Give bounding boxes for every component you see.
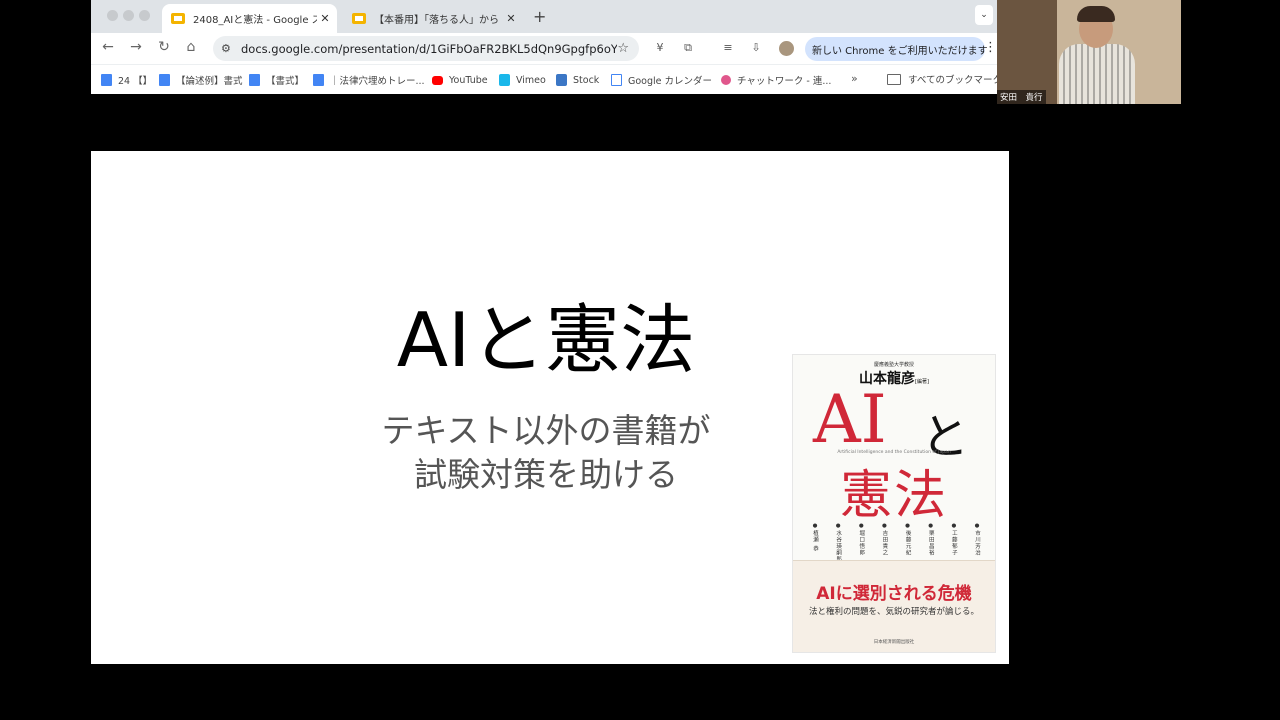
book-title-kenpo: 憲法 <box>839 466 948 526</box>
home-icon[interactable]: ⌂ <box>181 39 201 55</box>
book-author-suffix: [編著] <box>915 379 929 385</box>
book-title-ai: AI <box>813 381 887 458</box>
bookmark-label: YouTube <box>449 74 488 86</box>
forward-icon[interactable]: → <box>126 39 146 55</box>
doc-icon <box>101 74 112 86</box>
bookmark-item[interactable]: ｜法律穴埋めトレー... <box>313 72 425 88</box>
calendar-icon <box>611 74 622 86</box>
book-contributor: ●吉田貴之 <box>881 523 888 556</box>
profile-avatar[interactable] <box>779 41 794 56</box>
webcam-person-shirt <box>1059 44 1135 104</box>
participant-name-label: 安田 貴行 <box>997 90 1046 104</box>
window-close-dot[interactable] <box>107 10 118 21</box>
book-contributor: ●後藤元紀 <box>904 523 911 556</box>
tab-slides-ai-kenpo[interactable]: 2408_AIと憲法 - Google スラ ✕ <box>162 4 337 33</box>
browser-window: 2408_AIと憲法 - Google スラ ✕ 【本番用】「落ちる人」から「受… <box>91 0 997 94</box>
book-band-headline: AIに選別される危機 <box>816 584 972 604</box>
new-tab-button[interactable]: + <box>533 7 546 26</box>
window-zoom-dot[interactable] <box>139 10 150 21</box>
chrome-menu-icon[interactable]: ⋮ <box>984 40 997 55</box>
book-contributor: ●植瀬 恭 <box>812 523 818 553</box>
tab-search-button[interactable]: ⌄ <box>975 5 993 25</box>
webcam-background-shelf <box>997 0 1057 104</box>
book-author-affiliation: 慶應義塾大学教授 <box>873 362 914 368</box>
book-contributor: ●栗田昌裕 <box>927 523 934 556</box>
bookmark-item[interactable]: チャットワーク - 連... <box>721 72 831 88</box>
vimeo-icon <box>499 74 510 86</box>
url-text[interactable]: docs.google.com/presentation/d/1GiFbOaFR… <box>241 42 617 56</box>
browser-toolbar: ← → ↻ ⌂ ⚙ docs.google.com/presentation/d… <box>91 33 997 64</box>
tab-title: 2408_AIと憲法 - Google スラ <box>193 15 317 26</box>
webcam-video-tile: 安田 貴行 <box>997 0 1181 104</box>
bookmark-item[interactable]: 【書式】 <box>249 72 304 88</box>
reading-list-icon[interactable]: ≡ <box>721 41 735 55</box>
close-icon[interactable]: ✕ <box>503 12 519 25</box>
doc-icon <box>249 74 260 86</box>
bookmark-item[interactable]: Google カレンダー <box>611 72 712 88</box>
site-info-icon[interactable]: ⚙ <box>221 42 235 55</box>
book-contributor: ●水谷瑛嗣郎 <box>835 523 842 563</box>
webcam-person-hair <box>1077 6 1115 22</box>
extension-icon[interactable]: ¥ <box>653 41 667 55</box>
book-contributor: ●市川芳治 <box>973 523 980 556</box>
bookmark-label: 【論述例】書式 <box>176 76 243 87</box>
bookmarks-bar: 24 【】 【論述例】書式 【書式】 ｜法律穴埋めトレー... YouTube … <box>91 64 997 94</box>
download-icon[interactable]: ⇩ <box>749 41 763 55</box>
back-icon[interactable]: ← <box>98 39 118 55</box>
window-minimize-dot[interactable] <box>123 10 134 21</box>
bookmark-label: 24 【】 <box>118 76 153 87</box>
extensions-puzzle-icon[interactable]: ⧉ <box>681 41 695 55</box>
bookmark-label: 【書式】 <box>266 76 305 87</box>
all-bookmarks-folder[interactable]: すべてのブックマーク <box>887 72 997 86</box>
bookmark-label: Google カレンダー <box>628 76 713 87</box>
doc-icon <box>313 74 324 86</box>
reload-icon[interactable]: ↻ <box>154 39 174 55</box>
folder-icon <box>887 73 901 85</box>
book-band-tagline: 法と権利の問題を、気鋭の研究者が論じる。 <box>808 607 979 617</box>
book-contributor: ●堀口悟郎 <box>858 523 865 556</box>
google-slides-icon <box>171 13 185 24</box>
tab-strip: 2408_AIと憲法 - Google スラ ✕ 【本番用】「落ちる人」から「受… <box>91 0 997 33</box>
chrome-update-button[interactable]: 新しい Chrome をご利用いただけます <box>805 37 988 61</box>
bookmark-item[interactable]: Vimeo <box>499 72 546 88</box>
google-slides-icon <box>352 13 366 24</box>
close-icon[interactable]: ✕ <box>317 12 333 25</box>
bookmark-item[interactable]: YouTube <box>432 72 488 88</box>
doc-icon <box>159 74 170 86</box>
bookmark-star-icon[interactable]: ☆ <box>617 41 629 56</box>
presentation-slide: AIと憲法 テキスト以外の書籍が 試験対策を助ける 慶應義塾大学教授 山本龍彦[… <box>91 151 1009 664</box>
tab-honbanyou[interactable]: 【本番用】「落ちる人」から「受 ✕ <box>343 4 523 33</box>
bookmark-item[interactable]: 【論述例】書式 <box>159 72 243 88</box>
bookmark-label: ｜法律穴埋めトレー... <box>330 76 425 87</box>
all-bookmarks-label: すべてのブックマーク <box>908 75 997 86</box>
bookmark-label: Stock <box>573 74 600 86</box>
address-bar[interactable]: ⚙ docs.google.com/presentation/d/1GiFbOa… <box>213 36 639 61</box>
chatwork-icon <box>721 75 731 85</box>
bookmark-label: Vimeo <box>516 74 546 86</box>
bookmarks-overflow-icon[interactable]: » <box>851 72 858 85</box>
book-contributors: ●市川芳治 ●工藤郁子 ●栗田昌裕 ●後藤元紀 ●吉田貴之 ●堀口悟郎 ●水谷瑛… <box>811 523 981 565</box>
tab-title: 【本番用】「落ちる人」から「受 <box>374 15 503 26</box>
book-cover-image: 慶應義塾大学教授 山本龍彦[編著] AI と Artificial Intell… <box>792 354 996 653</box>
book-contributor: ●工藤郁子 <box>950 523 957 556</box>
bookmark-item[interactable]: Stock <box>556 72 599 88</box>
youtube-icon <box>432 75 443 85</box>
bookmark-item[interactable]: 24 【】 <box>101 72 152 88</box>
stock-icon <box>556 74 567 86</box>
book-obi-band: AIに選別される危機 法と権利の問題を、気鋭の研究者が論じる。 日本経済新聞出版… <box>793 560 995 652</box>
bookmark-label: チャットワーク - 連... <box>737 76 832 87</box>
book-publisher: 日本経済新聞出版社 <box>873 640 915 645</box>
